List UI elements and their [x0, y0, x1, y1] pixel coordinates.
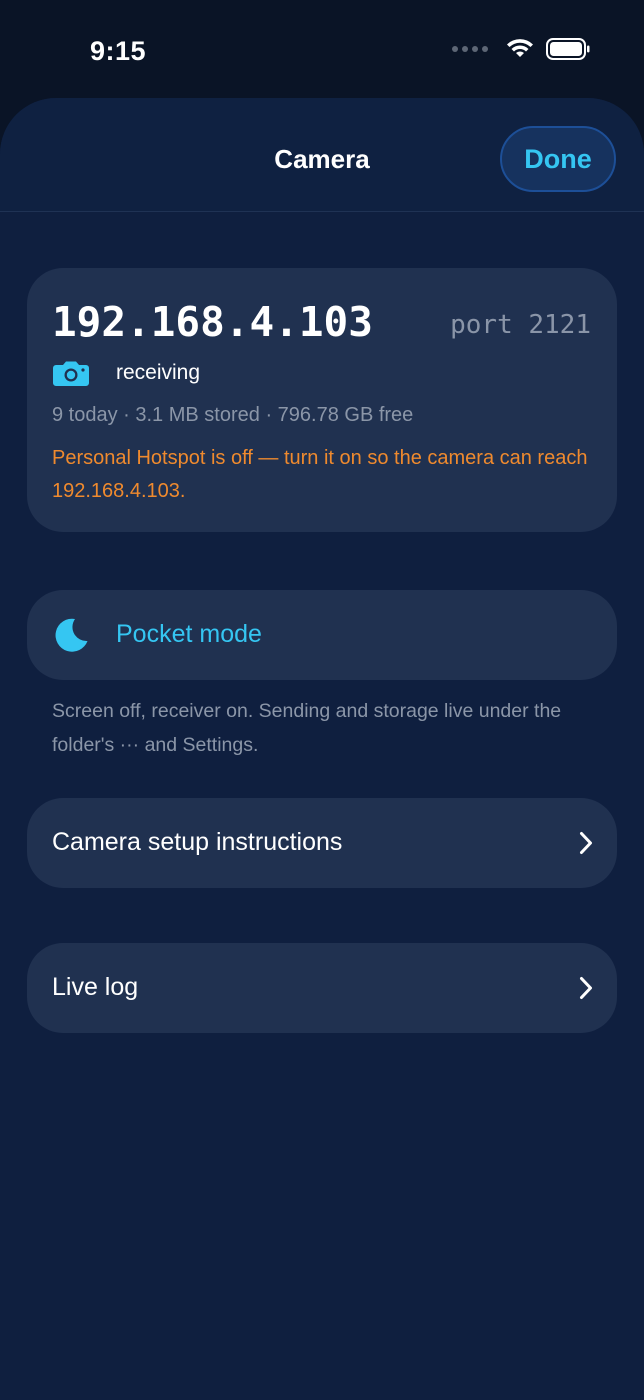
camera-icon [53, 361, 89, 386]
wifi-icon [507, 39, 533, 57]
receiver-info-card: 192.168.4.103 port 2121 receiving 9 toda… [27, 268, 617, 532]
pocket-mode-button[interactable]: Pocket mode [27, 590, 617, 680]
chevron-right-icon [580, 977, 592, 999]
row-label: Live log [52, 973, 139, 1001]
status-icons [452, 38, 590, 60]
status-bar: 9:15 [0, 0, 644, 100]
done-button[interactable]: Done [500, 126, 616, 192]
row-label: Camera setup instructions [52, 828, 343, 856]
pocket-mode-label: Pocket mode [116, 620, 262, 648]
sheet-header: Camera Done [0, 98, 644, 212]
port-label: port 2121 [450, 310, 591, 340]
pocket-mode-footnote: Screen off, receiver on. Sending and sto… [52, 700, 562, 756]
camera-setup-instructions-row[interactable]: Camera setup instructions [27, 798, 617, 888]
chevron-right-icon [580, 832, 592, 854]
ip-address: 192.168.4.103 [52, 298, 373, 346]
camera-sheet: Camera Done 192.168.4.103 port 2121 rece… [0, 98, 644, 1400]
moon-icon [55, 618, 88, 652]
live-log-row[interactable]: Live log [27, 943, 617, 1033]
battery-icon [546, 38, 590, 60]
cellular-dots-icon [452, 46, 488, 52]
hotspot-warning: Personal Hotspot is off — turn it on so … [52, 447, 588, 502]
storage-stats: 9 today · 3.1 MB stored · 796.78 GB free [52, 404, 414, 426]
receiver-status: receiving [116, 361, 201, 384]
status-time: 9:15 [90, 36, 147, 66]
